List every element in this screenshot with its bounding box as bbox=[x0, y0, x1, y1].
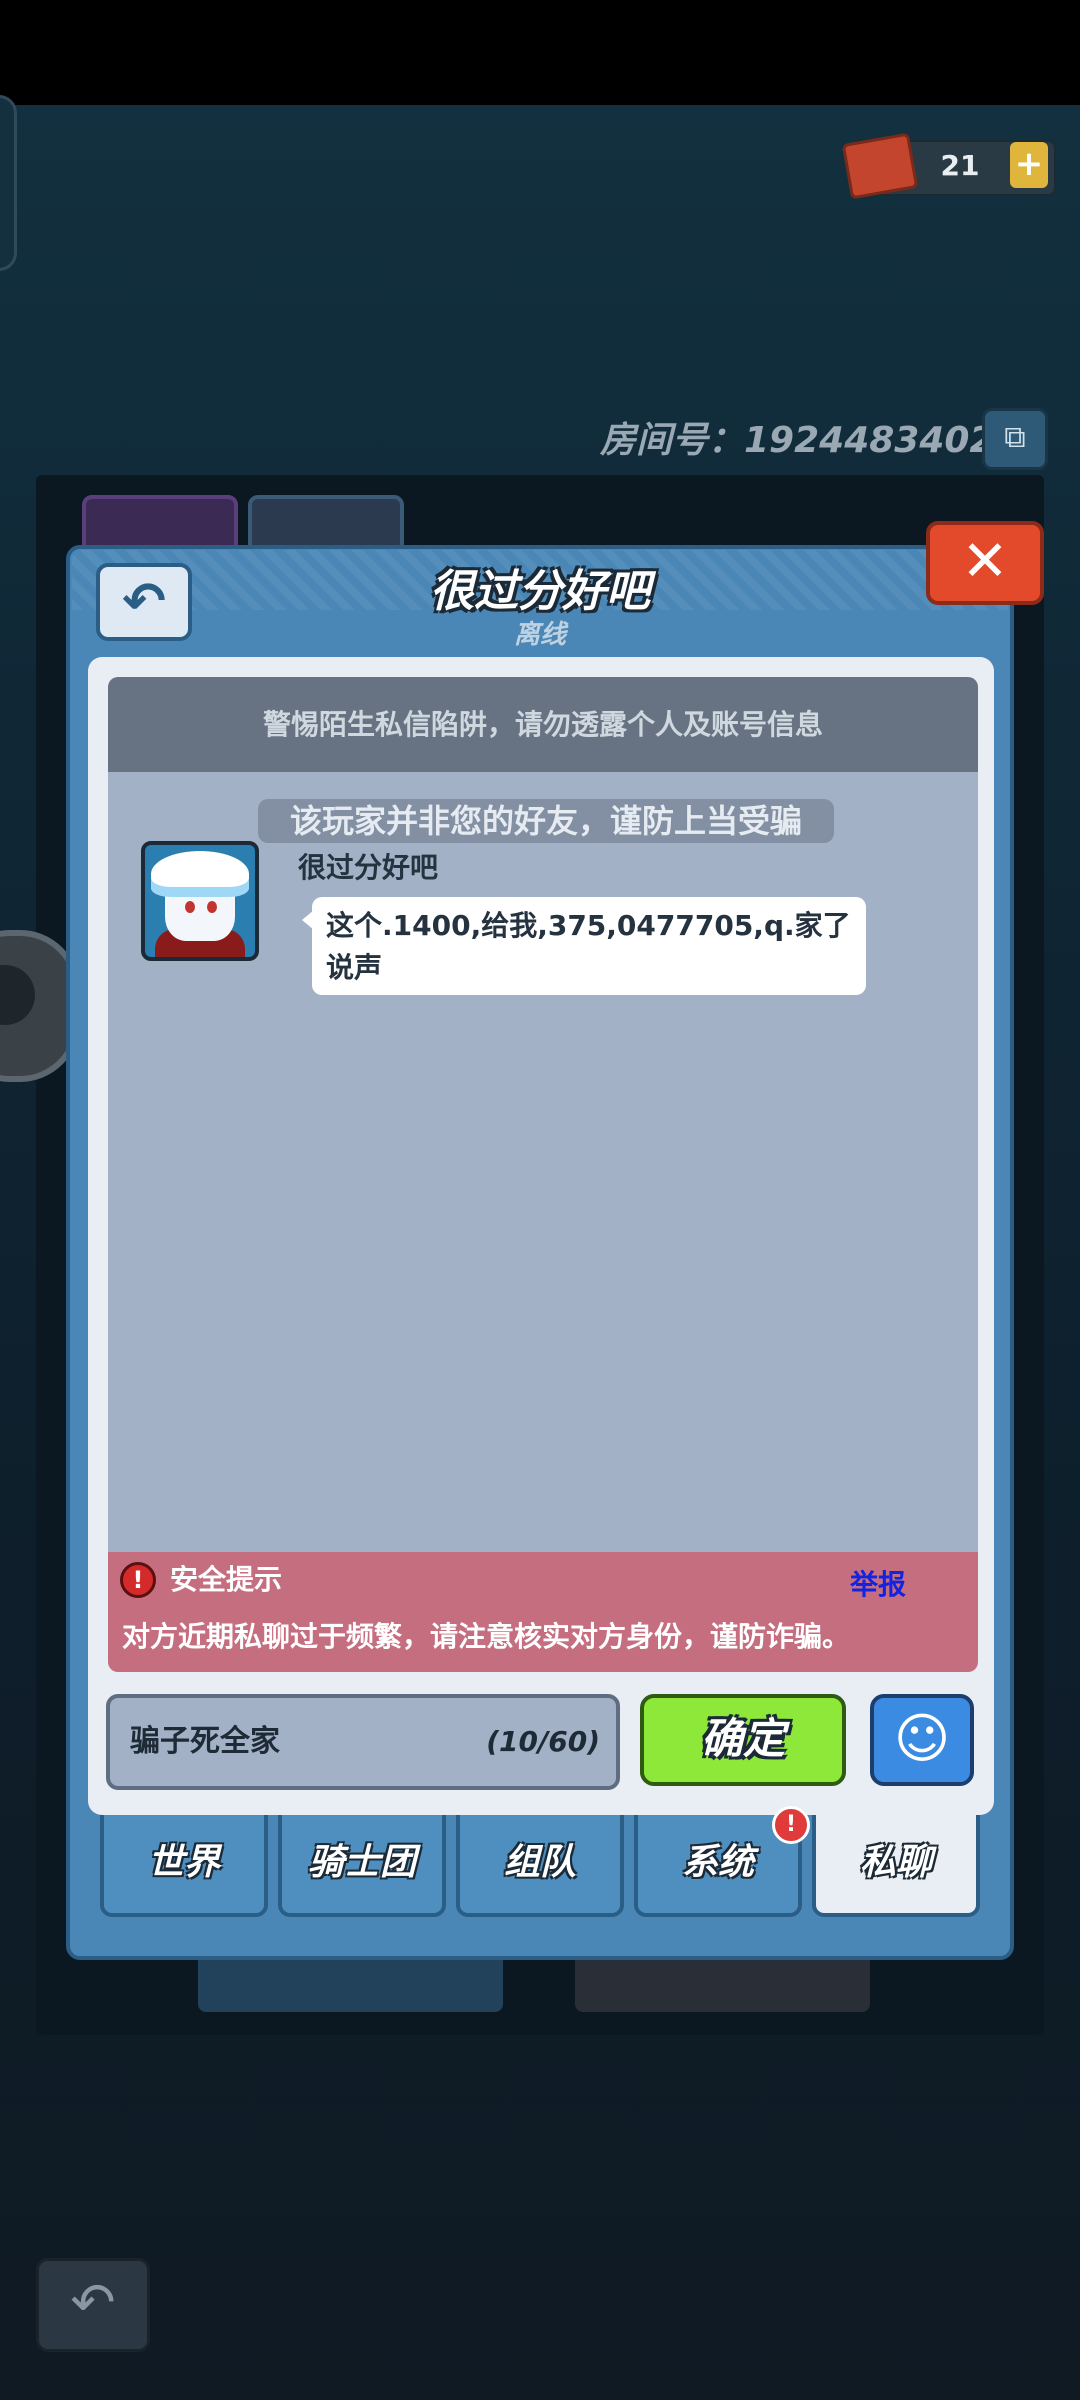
sender-avatar[interactable] bbox=[141, 841, 259, 961]
status-bar-area bbox=[0, 0, 1080, 105]
message-input-value: 骗子死全家 bbox=[130, 1724, 280, 1759]
avatar-eye bbox=[185, 901, 195, 913]
room-number: 房间号：1924483402 bbox=[600, 420, 995, 461]
avatar-eye bbox=[207, 901, 217, 913]
safety-title: 安全提示 bbox=[170, 1563, 283, 1596]
tab-knights[interactable]: 骑士团 bbox=[278, 1815, 446, 1917]
back-arrow-icon: ↶ bbox=[122, 572, 166, 632]
tab-private-chat[interactable]: 私聊 bbox=[812, 1815, 980, 1917]
avatar-hair bbox=[151, 851, 249, 897]
send-button[interactable]: 确定 bbox=[640, 1694, 846, 1786]
copy-room-button[interactable]: ⧉ bbox=[982, 408, 1048, 470]
left-edge-panel bbox=[0, 95, 17, 271]
tab-team[interactable]: 组队 bbox=[456, 1815, 624, 1917]
ticket-count: 21 bbox=[940, 149, 980, 182]
bottom-back-button[interactable]: ↶ bbox=[36, 2258, 150, 2352]
safety-text: 对方近期私聊过于频繁，请注意核实对方身份，谨防诈骗。 bbox=[122, 1620, 851, 1653]
warning-banner: 警惕陌生私信陷阱，请勿透露个人及账号信息 bbox=[108, 677, 978, 772]
emoji-button[interactable]: ☺ bbox=[870, 1694, 974, 1786]
message-bubble[interactable]: 这个.1400,给我,375,0477705,q.家了说声 bbox=[312, 897, 866, 995]
smiley-icon: ☺ bbox=[893, 1707, 951, 1770]
dialog-close-button[interactable]: ✕ bbox=[926, 521, 1044, 605]
tab-world[interactable]: 世界 bbox=[100, 1815, 268, 1917]
dialog-back-button[interactable]: ↶ bbox=[96, 563, 192, 641]
close-icon: ✕ bbox=[961, 529, 1009, 594]
dialog-title: 很过分好吧 bbox=[430, 566, 650, 617]
char-count: (10/60) bbox=[486, 1725, 600, 1758]
alert-icon: ! bbox=[120, 1562, 156, 1598]
sender-name: 很过分好吧 bbox=[298, 851, 439, 884]
copy-icon: ⧉ bbox=[1004, 420, 1026, 455]
online-status: 离线 bbox=[513, 620, 566, 650]
report-link[interactable]: 举报 bbox=[850, 1565, 920, 1605]
back-arrow-icon: ↶ bbox=[70, 2271, 116, 2334]
ticket-icon bbox=[841, 132, 919, 200]
system-alert-badge: ! bbox=[772, 1806, 810, 1844]
add-ticket-button[interactable]: + bbox=[1010, 142, 1048, 188]
not-friend-notice: 该玩家并非您的好友，谨防上当受骗 bbox=[258, 799, 834, 843]
